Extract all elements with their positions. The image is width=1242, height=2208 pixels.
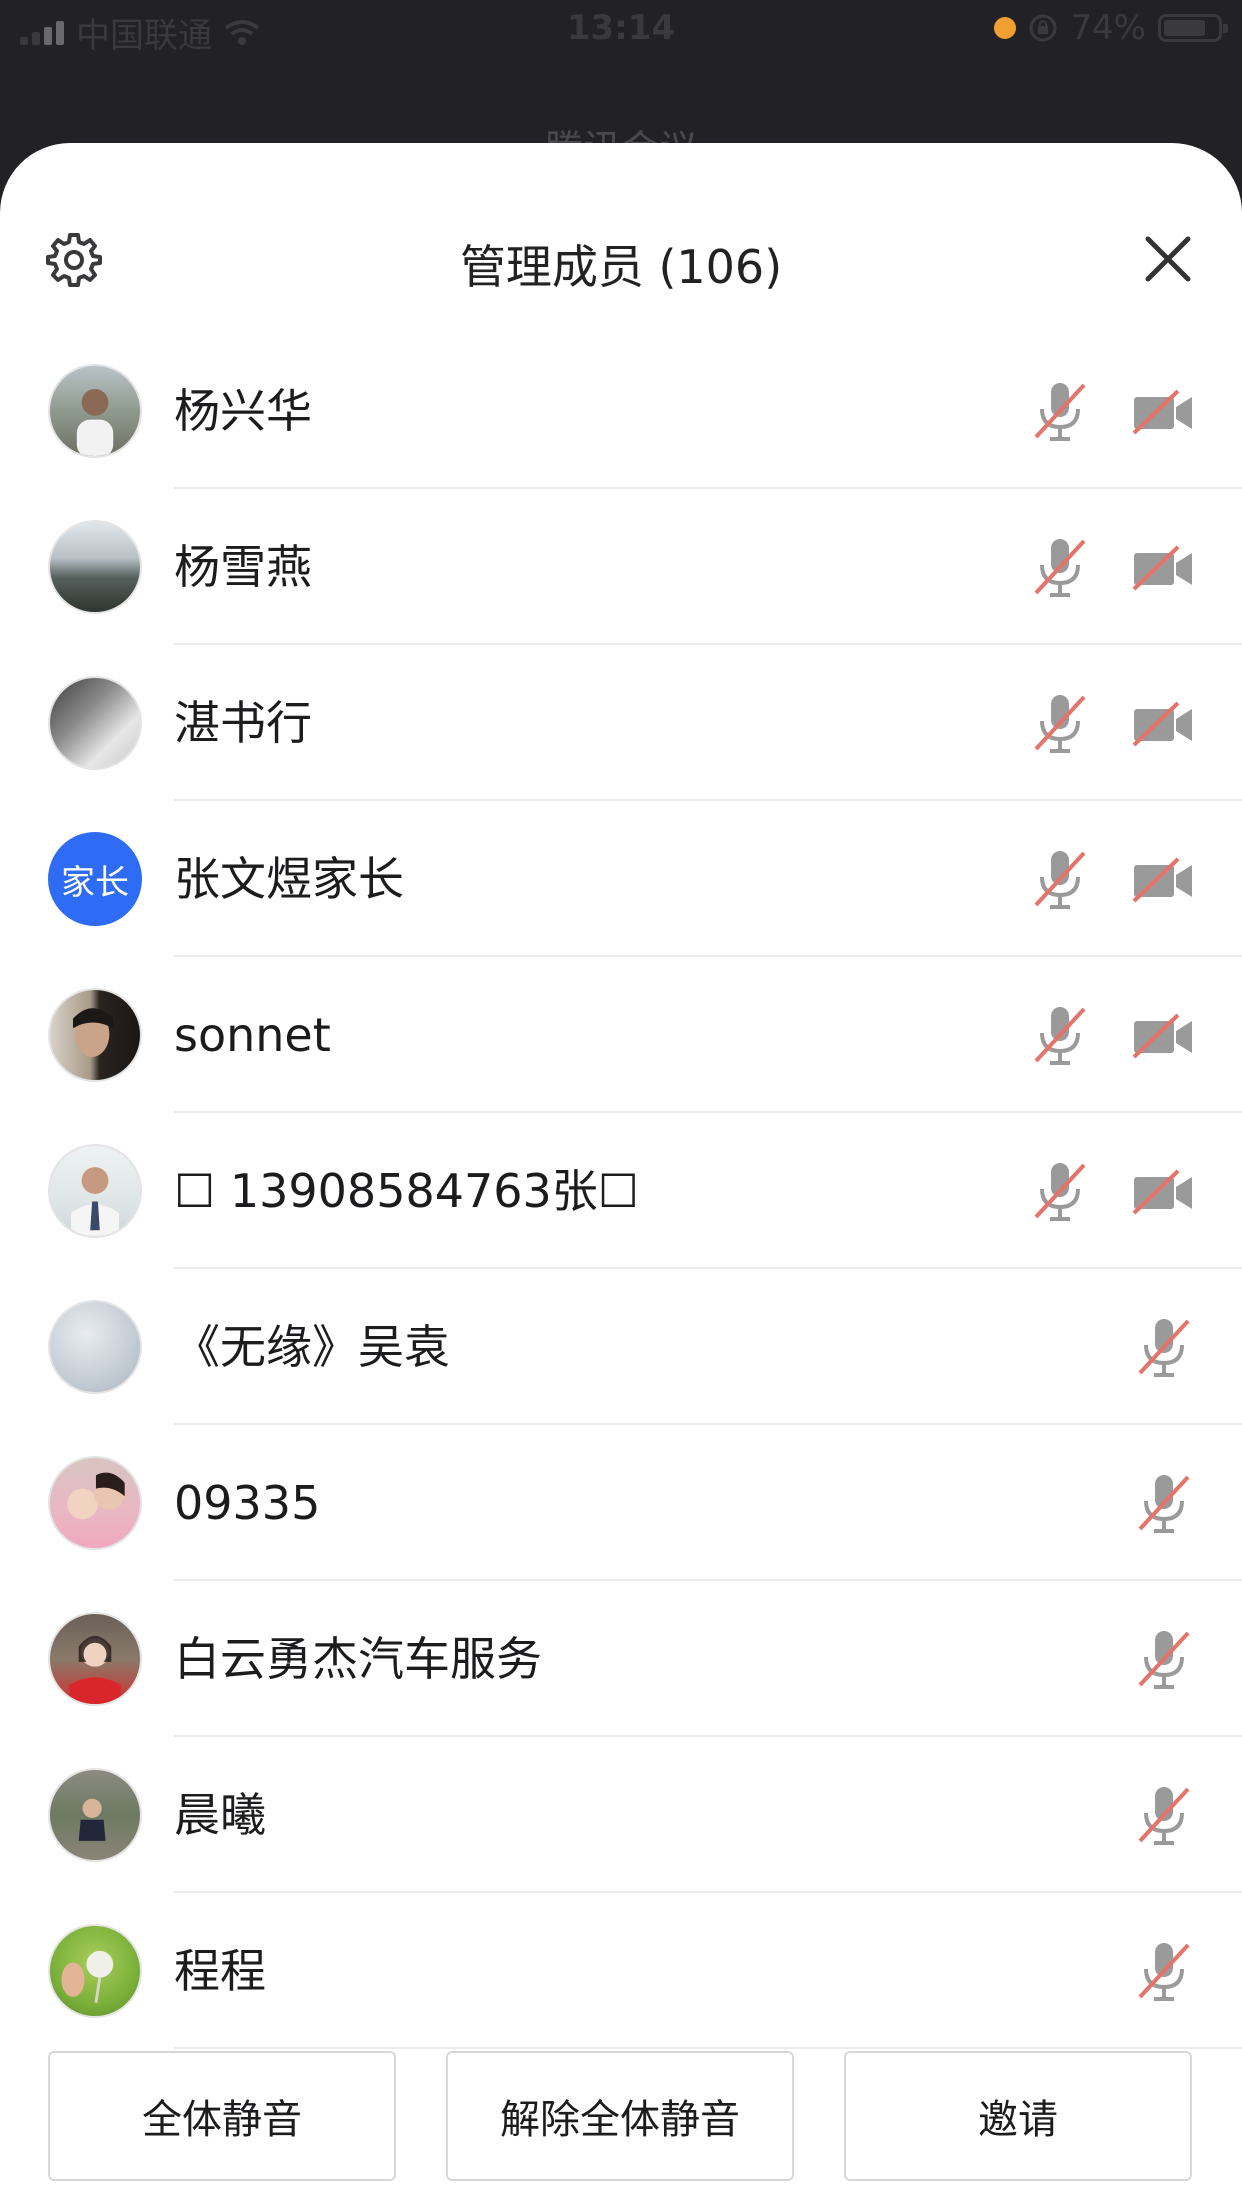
invite-button[interactable]: 邀请 <box>844 2051 1192 2181</box>
mute-all-button[interactable]: 全体静音 <box>48 2051 396 2181</box>
row-divider <box>174 2047 1242 2049</box>
member-name: 杨兴华 <box>174 384 312 438</box>
avatar <box>48 1612 142 1706</box>
member-name: ☐ 13908584763张☐ <box>174 1164 640 1218</box>
member-row[interactable]: 湛书行 <box>0 645 1242 801</box>
member-name: 《无缘》吴袁 <box>174 1320 450 1374</box>
member-row[interactable]: 程程 <box>0 1893 1242 2049</box>
sheet-header: 管理成员 (106) <box>0 143 1242 333</box>
mic-muted-icon[interactable] <box>1030 535 1090 599</box>
avatar <box>48 988 142 1082</box>
recording-dot-icon <box>994 17 1017 39</box>
camera-off-icon[interactable] <box>1130 695 1196 753</box>
member-name: sonnet <box>174 1008 331 1062</box>
member-name: 杨雪燕 <box>174 540 312 594</box>
member-row[interactable]: 《无缘》吴袁 <box>0 1269 1242 1425</box>
member-row[interactable]: 家长 张文煜家长 <box>0 801 1242 957</box>
member-name: 程程 <box>174 1944 266 1998</box>
avatar <box>48 364 142 458</box>
status-right: 74% <box>994 8 1228 48</box>
member-name: 湛书行 <box>174 696 312 750</box>
status-bar: 中国联通 13:14 74% <box>0 0 1242 62</box>
member-row[interactable]: 白云勇杰汽车服务 <box>0 1581 1242 1737</box>
mic-muted-icon[interactable] <box>1030 1159 1090 1223</box>
camera-off-icon[interactable] <box>1130 851 1196 909</box>
member-row[interactable]: 杨兴华 <box>0 333 1242 489</box>
camera-off-icon[interactable] <box>1130 383 1196 441</box>
avatar <box>48 1144 142 1238</box>
camera-off-icon[interactable] <box>1130 1163 1196 1221</box>
avatar <box>48 520 142 614</box>
mic-muted-icon[interactable] <box>1134 1627 1194 1691</box>
member-name: 09335 <box>174 1476 321 1530</box>
battery-percent: 74% <box>1070 8 1146 48</box>
member-row[interactable]: 晨曦 <box>0 1737 1242 1893</box>
member-name: 晨曦 <box>174 1788 266 1842</box>
mic-muted-icon[interactable] <box>1030 847 1090 911</box>
mic-muted-icon[interactable] <box>1030 1003 1090 1067</box>
avatar <box>48 676 142 770</box>
member-row[interactable]: ☐ 13908584763张☐ <box>0 1113 1242 1269</box>
avatar <box>48 1456 142 1550</box>
manage-members-sheet: 管理成员 (106) 杨兴华 杨雪燕 湛书行 家长 张文煜家长 sonnet ☐… <box>0 143 1242 2208</box>
avatar: 家长 <box>48 832 142 926</box>
member-name: 张文煜家长 <box>174 852 404 906</box>
member-row[interactable]: sonnet <box>0 957 1242 1113</box>
avatar <box>48 1768 142 1862</box>
rotation-lock-icon <box>1029 14 1057 42</box>
member-list: 杨兴华 杨雪燕 湛书行 家长 张文煜家长 sonnet ☐ 1390858476… <box>0 333 1242 2049</box>
unmute-all-button[interactable]: 解除全体静音 <box>446 2051 794 2181</box>
mic-muted-icon[interactable] <box>1134 1315 1194 1379</box>
member-row[interactable]: 杨雪燕 <box>0 489 1242 645</box>
mic-muted-icon[interactable] <box>1134 1783 1194 1847</box>
member-name: 白云勇杰汽车服务 <box>174 1632 542 1686</box>
camera-off-icon[interactable] <box>1130 1007 1196 1065</box>
sheet-title: 管理成员 (106) <box>459 240 783 294</box>
avatar <box>48 1924 142 2018</box>
mic-muted-icon[interactable] <box>1030 379 1090 443</box>
avatar <box>48 1300 142 1394</box>
battery-icon <box>1158 14 1228 42</box>
member-row[interactable]: 09335 <box>0 1425 1242 1581</box>
close-icon[interactable] <box>1140 231 1196 287</box>
mic-muted-icon[interactable] <box>1134 1471 1194 1535</box>
mic-muted-icon[interactable] <box>1030 691 1090 755</box>
mic-muted-icon[interactable] <box>1134 1939 1194 2003</box>
camera-off-icon[interactable] <box>1130 539 1196 597</box>
